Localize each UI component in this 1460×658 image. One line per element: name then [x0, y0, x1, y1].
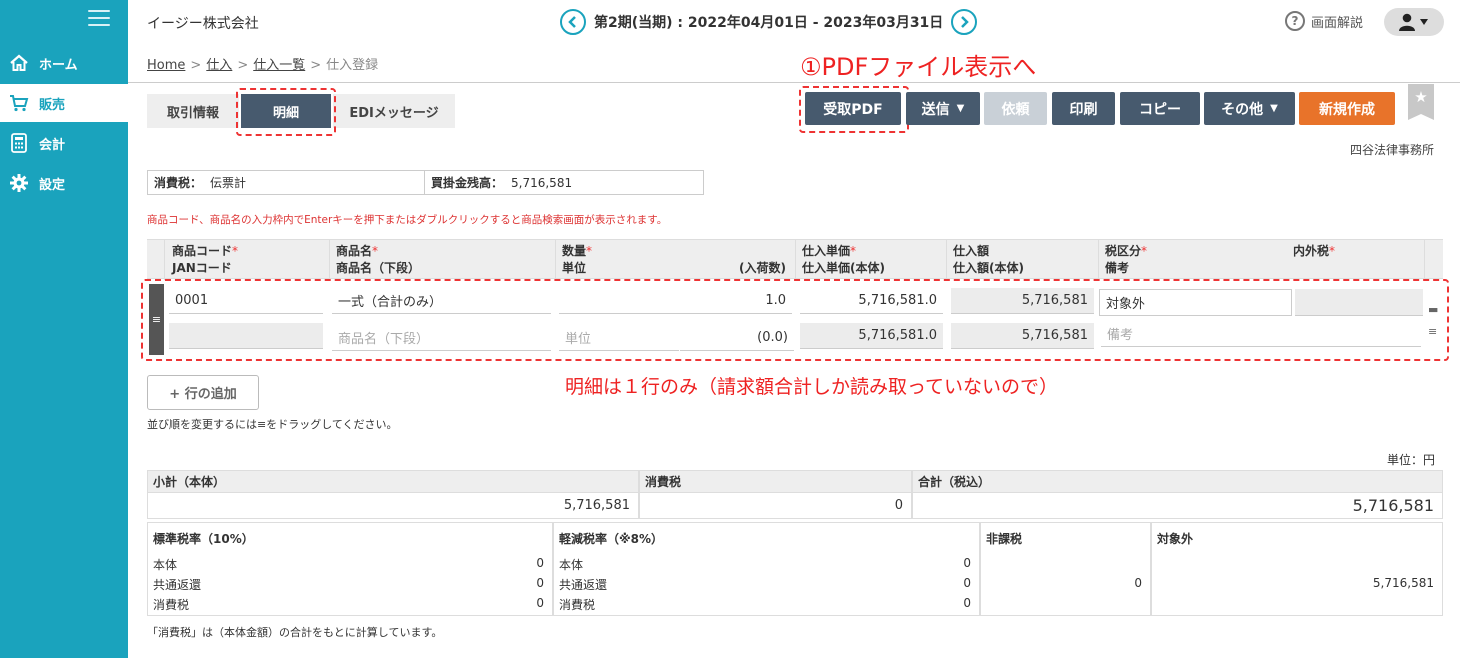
- breadcrumb-current: 仕入登録: [326, 58, 379, 73]
- header-code: 商品コード* JANコード: [172, 244, 239, 275]
- reduced-rate-box: 軽減税率（※8%） 本体 0 共通返還 0 消費税 0: [553, 522, 980, 616]
- copy-button[interactable]: コピー: [1120, 92, 1200, 125]
- period-label: 第2期(当期) : 2022年04月01日 - 2023年03月31日: [594, 15, 944, 31]
- excluded-value: 5,716,581: [1372, 576, 1434, 590]
- subtotal-value: 5,716,581: [147, 493, 639, 519]
- calculator-icon: [8, 132, 30, 154]
- help-link[interactable]: ? 画面解説: [1285, 11, 1363, 31]
- tax-label: 消費税：: [154, 176, 203, 190]
- request-button: 依頼: [984, 92, 1047, 125]
- top-bar: イージー株式会社 第2期(当期) : 2022年04月01日 - 2023年03…: [128, 0, 1460, 44]
- pdf-annotation: ①PDFファイル表示へ: [800, 53, 1037, 81]
- breadcrumb-purchase[interactable]: 仕入: [206, 58, 232, 73]
- unit-label: 単位：円: [1387, 453, 1436, 467]
- exempt-title: 非課税: [986, 532, 1023, 546]
- sidebar: ホーム 販売 会計 設定: [0, 0, 128, 658]
- client-name: 四谷法律事務所: [1350, 143, 1435, 157]
- standard-rate-title: 標準税率（10%）: [153, 532, 254, 546]
- header-amount: 仕入額 仕入額(本体): [953, 244, 1024, 275]
- exempt-value: 0: [1134, 576, 1142, 590]
- balance-value: 5,716,581: [511, 175, 573, 190]
- period-selector: 第2期(当期) : 2022年04月01日 - 2023年03月31日: [560, 9, 978, 35]
- exempt-box: 非課税 0: [980, 522, 1151, 616]
- star-icon[interactable]: ★: [1408, 84, 1434, 120]
- grand-total-label: 合計（税込）: [912, 470, 1443, 493]
- send-label: 送信: [921, 101, 950, 118]
- divider: [128, 82, 1460, 83]
- detail-row-highlight: [141, 279, 1449, 361]
- sidebar-item-accounting[interactable]: 会計: [0, 124, 128, 162]
- tax-total-value: 0: [639, 493, 912, 519]
- tab-edi-message[interactable]: EDIメッセージ: [333, 94, 455, 128]
- sidebar-item-label: 販売: [39, 97, 66, 113]
- sidebar-item-label: 設定: [39, 177, 66, 193]
- balance-label: 買掛金残高：: [431, 176, 504, 190]
- breadcrumb-home[interactable]: Home: [147, 58, 185, 73]
- cart-icon: [8, 92, 30, 114]
- info-box: 消費税： 伝票計 買掛金残高： 5,716,581: [147, 170, 704, 195]
- home-icon: [8, 52, 30, 74]
- help-label: 画面解説: [1311, 15, 1364, 31]
- sidebar-item-settings[interactable]: 設定: [0, 164, 128, 202]
- menu-icon[interactable]: [88, 10, 110, 28]
- pdf-button-highlight: [799, 86, 909, 133]
- prev-period-button[interactable]: [560, 9, 586, 35]
- send-button[interactable]: 送信 ▼: [906, 92, 980, 125]
- gear-icon: [8, 172, 30, 194]
- header-per-box: (入荷数): [739, 261, 786, 275]
- sidebar-item-home[interactable]: ホーム: [0, 44, 128, 82]
- detail-annotation: 明細は１行のみ（請求額合計しか読み取っていないので）: [565, 376, 1059, 398]
- company-name: イージー株式会社: [147, 16, 259, 32]
- chevron-left-icon: [568, 16, 576, 28]
- grand-total-value: 5,716,581: [912, 493, 1443, 519]
- sidebar-item-label: 会計: [39, 137, 66, 153]
- excluded-title: 対象外: [1157, 532, 1194, 546]
- details-tab-highlight: [236, 88, 336, 136]
- chevron-right-icon: [961, 16, 970, 28]
- breadcrumb-purchase-list[interactable]: 仕入一覧: [253, 58, 305, 73]
- breadcrumb: Home > 仕入 > 仕入一覧 > 仕入登録: [147, 58, 379, 73]
- user-icon: [1399, 13, 1428, 31]
- header-name: 商品名* 商品名（下段）: [336, 244, 421, 275]
- subtotal-label: 小計（本体）: [147, 470, 639, 493]
- new-button[interactable]: 新規作成: [1299, 92, 1395, 125]
- caret-down-icon: ▼: [1270, 103, 1278, 114]
- tab-transaction-info[interactable]: 取引情報: [147, 94, 239, 128]
- help-icon: ?: [1285, 11, 1305, 31]
- caret-down-icon: ▼: [956, 103, 965, 114]
- detail-table-header: 商品コード* JANコード 商品名* 商品名（下段） 数量* 単位 (入荷数) 仕入単…: [147, 239, 1443, 280]
- next-period-button[interactable]: [951, 9, 978, 35]
- excluded-box: 対象外 5,716,581: [1151, 522, 1443, 616]
- sidebar-item-label: ホーム: [39, 57, 78, 73]
- tax-value: 伝票計: [210, 176, 247, 190]
- header-price: 仕入単価* 仕入単価(本体): [802, 244, 885, 275]
- sort-note: 並び順を変更するには≡をドラッグしてください。: [147, 418, 398, 431]
- header-tax-type: 税区分* 備考: [1105, 244, 1148, 275]
- user-menu-button[interactable]: [1384, 8, 1444, 36]
- other-label: その他: [1221, 101, 1264, 118]
- tax-total-label: 消費税: [639, 470, 912, 493]
- print-button[interactable]: 印刷: [1052, 92, 1115, 125]
- header-inout-tax: 内外税*: [1293, 244, 1336, 258]
- sidebar-item-sales[interactable]: 販売: [0, 84, 128, 122]
- other-button[interactable]: その他 ▼: [1204, 92, 1295, 125]
- header-qty: 数量* 単位: [562, 244, 593, 275]
- foot-note: 「消費税」は（本体金額）の合計をもとに計算しています。: [147, 626, 443, 639]
- notice-text: 商品コード、商品名の入力枠内でEnterキーを押下またはダブルクリックすると商品…: [147, 214, 668, 226]
- standard-rate-box: 標準税率（10%） 本体 0 共通返還 0 消費税 0: [147, 522, 553, 616]
- reduced-rate-title: 軽減税率（※8%）: [559, 532, 664, 546]
- add-row-button[interactable]: + 行の追加: [147, 375, 259, 410]
